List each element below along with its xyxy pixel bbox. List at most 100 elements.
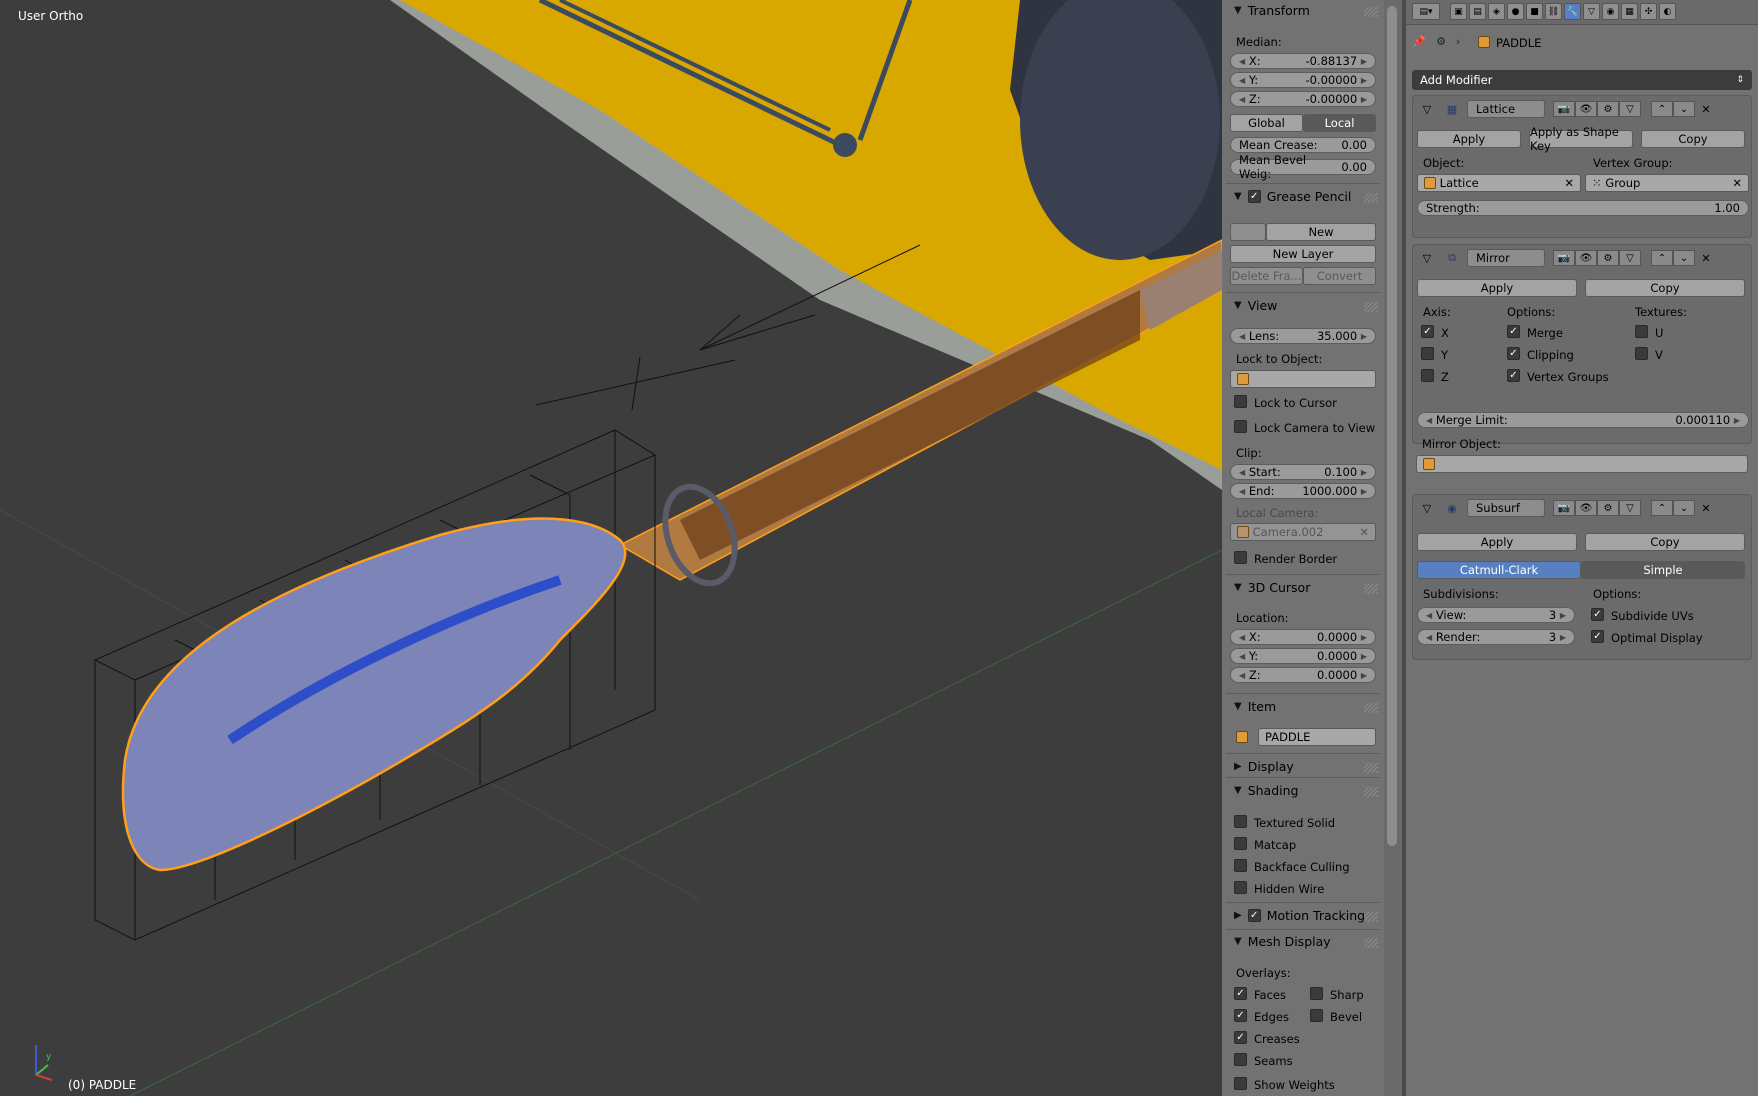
3d-viewport[interactable]: User Ortho (0) PADDLE y — [0, 0, 1222, 1096]
clip-end-field[interactable]: ◀ End: 1000.000 ▶ — [1230, 483, 1376, 499]
render-toggle-icon[interactable]: 📷 — [1553, 250, 1575, 266]
cursor-y-field[interactable]: ◀ Y: 0.0000 ▶ — [1230, 648, 1376, 664]
subsurf-name-field[interactable]: Subsurf — [1467, 499, 1545, 517]
particles-tab-icon[interactable]: ✣ — [1640, 3, 1657, 20]
mesh-display-panel-header[interactable]: ▼ Mesh Display — [1234, 934, 1331, 949]
backface-culling-checkbox[interactable] — [1234, 859, 1247, 872]
render-tab-icon[interactable]: ▣ — [1450, 3, 1467, 20]
lattice-apply-shape-key-button[interactable]: Apply as Shape Key — [1529, 125, 1633, 153]
object-tab-icon[interactable]: ■ — [1526, 3, 1543, 20]
collapse-arrow-icon[interactable]: ▽ — [1421, 501, 1433, 515]
editmode-toggle-icon[interactable]: ⚙ — [1597, 250, 1619, 266]
simple-toggle[interactable]: Simple — [1581, 561, 1745, 579]
median-x-field[interactable]: ◀ X: -0.88137 ▶ — [1230, 53, 1376, 69]
matcap-checkbox[interactable] — [1234, 837, 1247, 850]
mirror-name-field[interactable]: Mirror — [1467, 249, 1545, 267]
lock-camera-checkbox[interactable] — [1234, 420, 1247, 433]
delete-frame-button[interactable]: Delete Fra... — [1230, 267, 1303, 285]
display-panel-header[interactable]: ▶ Display — [1234, 759, 1294, 774]
texture-v-checkbox[interactable] — [1635, 347, 1648, 360]
lock-object-field[interactable] — [1230, 370, 1376, 388]
lens-field[interactable]: ◀ Lens: 35.000 ▶ — [1230, 328, 1376, 344]
motion-tracking-panel-header[interactable]: ▶ ✓ Motion Tracking — [1234, 908, 1365, 923]
texture-u-checkbox[interactable] — [1635, 325, 1648, 338]
lattice-name-field[interactable]: Lattice — [1467, 100, 1545, 118]
subsurf-apply-button[interactable]: Apply — [1417, 533, 1577, 551]
optimal-display-checkbox[interactable]: ✓ — [1591, 630, 1604, 643]
lattice-apply-button[interactable]: Apply — [1417, 130, 1521, 148]
convert-button[interactable]: Convert — [1303, 267, 1376, 285]
drag-grip-icon[interactable] — [1364, 7, 1378, 17]
mirror-apply-button[interactable]: Apply — [1417, 279, 1577, 297]
editmode-toggle-icon[interactable]: ⚙ — [1597, 101, 1619, 117]
merge-limit-field[interactable]: ◀ Merge Limit: 0.000110 ▶ — [1417, 412, 1749, 428]
clipping-checkbox[interactable]: ✓ — [1507, 347, 1520, 360]
clip-start-field[interactable]: ◀ Start: 0.100 ▶ — [1230, 464, 1376, 480]
render-border-checkbox[interactable] — [1234, 551, 1247, 564]
render-toggle-icon[interactable]: 📷 — [1553, 101, 1575, 117]
scrollbar-thumb[interactable] — [1387, 6, 1397, 846]
median-y-field[interactable]: ◀ Y: -0.00000 ▶ — [1230, 72, 1376, 88]
collapse-arrow-icon[interactable]: ▽ — [1421, 251, 1433, 265]
editmode-toggle-icon[interactable]: ⚙ — [1597, 500, 1619, 516]
subdivide-uvs-checkbox[interactable]: ✓ — [1591, 608, 1604, 621]
hidden-wire-checkbox[interactable] — [1234, 881, 1247, 894]
show-weights-checkbox[interactable] — [1234, 1077, 1247, 1090]
mirror-object-field[interactable] — [1416, 455, 1748, 473]
clear-icon[interactable]: ✕ — [1732, 176, 1742, 190]
mean-crease-field[interactable]: Mean Crease: 0.00 — [1230, 137, 1376, 153]
cursor-z-field[interactable]: ◀ Z: 0.0000 ▶ — [1230, 667, 1376, 683]
cage-toggle-icon[interactable]: ▽ — [1619, 250, 1641, 266]
render-layers-tab-icon[interactable]: ▤ — [1469, 3, 1486, 20]
move-down-icon[interactable]: ⌄ — [1673, 250, 1695, 266]
editor-type-icon[interactable]: ▤▾ — [1412, 3, 1440, 20]
strength-slider[interactable]: Strength: 1.00 — [1417, 200, 1749, 216]
sharp-checkbox[interactable] — [1310, 987, 1323, 1000]
data-tab-icon[interactable]: ▽ — [1583, 3, 1600, 20]
axis-z-checkbox[interactable] — [1421, 369, 1434, 382]
lattice-copy-button[interactable]: Copy — [1641, 130, 1745, 148]
subsurf-render-levels-field[interactable]: ◀ Render: 3 ▶ — [1417, 629, 1575, 645]
add-modifier-dropdown[interactable]: Add Modifier ⇕ — [1412, 70, 1752, 90]
scene-tab-icon[interactable]: ◈ — [1488, 3, 1505, 20]
grease-pencil-checkbox[interactable]: ✓ — [1247, 190, 1261, 203]
decrement-arrow-icon[interactable]: ◀ — [1239, 57, 1245, 66]
cage-toggle-icon[interactable]: ▽ — [1619, 500, 1641, 516]
axis-x-checkbox[interactable]: ✓ — [1421, 325, 1434, 338]
transform-panel-header[interactable]: ▼ Transform — [1234, 3, 1310, 18]
textured-solid-checkbox[interactable] — [1234, 815, 1247, 828]
object-name-field[interactable]: PADDLE — [1258, 728, 1376, 746]
texture-tab-icon[interactable]: ▦ — [1621, 3, 1638, 20]
vertex-groups-checkbox[interactable]: ✓ — [1507, 369, 1520, 382]
subsurf-copy-button[interactable]: Copy — [1585, 533, 1745, 551]
seams-checkbox[interactable] — [1234, 1053, 1247, 1066]
collapse-arrow-icon[interactable]: ▽ — [1421, 102, 1433, 116]
move-down-icon[interactable]: ⌄ — [1673, 101, 1695, 117]
grease-pencil-panel-header[interactable]: ▼ ✓ Grease Pencil — [1234, 189, 1351, 204]
clear-icon[interactable]: ✕ — [1359, 525, 1369, 539]
material-tab-icon[interactable]: ◉ — [1602, 3, 1619, 20]
cage-toggle-icon[interactable]: ▽ — [1619, 101, 1641, 117]
catmull-clark-toggle[interactable]: Catmull-Clark — [1417, 561, 1581, 579]
shelf-scrollbar[interactable] — [1384, 0, 1402, 1096]
remove-modifier-icon[interactable]: ✕ — [1699, 102, 1713, 116]
merge-checkbox[interactable]: ✓ — [1507, 325, 1520, 338]
creases-checkbox[interactable]: ✓ — [1234, 1031, 1247, 1044]
vertex-group-field[interactable]: ⁙ Group ✕ — [1585, 174, 1749, 192]
subsurf-view-levels-field[interactable]: ◀ View: 3 ▶ — [1417, 607, 1575, 623]
mean-bevel-field[interactable]: Mean Bevel Weig: 0.00 — [1230, 153, 1376, 181]
new-layer-button[interactable]: New Layer — [1230, 245, 1376, 263]
bevel-checkbox[interactable] — [1310, 1009, 1323, 1022]
move-up-icon[interactable]: ⌃ — [1651, 500, 1673, 516]
remove-modifier-icon[interactable]: ✕ — [1699, 501, 1713, 515]
motion-tracking-checkbox[interactable]: ✓ — [1247, 909, 1261, 922]
view-panel-header[interactable]: ▼ View — [1234, 298, 1277, 313]
item-panel-header[interactable]: ▼ Item — [1234, 699, 1276, 714]
lock-to-cursor-checkbox[interactable] — [1234, 395, 1247, 408]
pencil-icon[interactable] — [1230, 223, 1266, 241]
remove-modifier-icon[interactable]: ✕ — [1699, 251, 1713, 265]
cursor-x-field[interactable]: ◀ X: 0.0000 ▶ — [1230, 629, 1376, 645]
constraints-tab-icon[interactable]: ⛓ — [1545, 3, 1562, 20]
median-z-field[interactable]: ◀ Z: -0.00000 ▶ — [1230, 91, 1376, 107]
move-down-icon[interactable]: ⌄ — [1673, 500, 1695, 516]
